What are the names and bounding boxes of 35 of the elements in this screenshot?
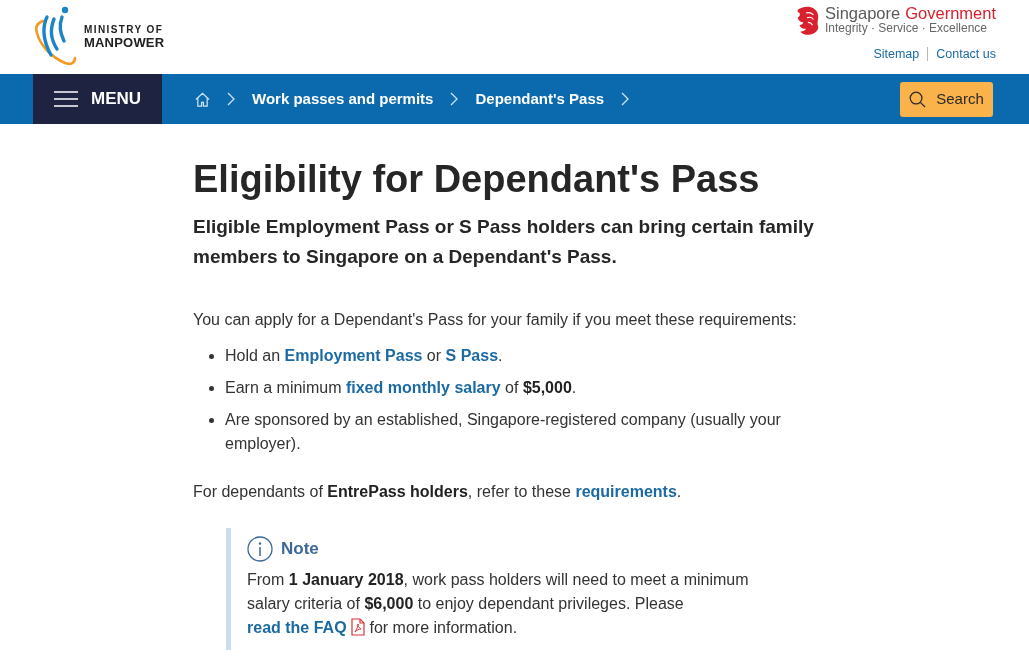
bullet-icon <box>208 385 214 391</box>
requirement-text: Earn a minimum fixed monthly salary of $5,000. <box>225 378 578 398</box>
logo-text: Singapore <box>824 5 901 21</box>
bullet-icon <box>208 353 214 359</box>
logo-icon <box>33 5 79 65</box>
breadcrumb-link[interactable]: Work passes and permits <box>252 87 434 111</box>
text-link[interactable]: requirements <box>575 483 677 500</box>
header-link[interactable]: Sitemap <box>873 45 920 64</box>
logo-text: MINISTRY OF <box>84 22 165 36</box>
page-title: Eligibility for Dependant's Pass <box>193 157 761 201</box>
logo-text: Government <box>905 5 996 21</box>
info-icon <box>247 536 273 562</box>
intro-text: You can apply for a Dependant's Pass for your family if you meet these requirements: <box>193 310 798 330</box>
chevron-icon <box>450 92 459 106</box>
note-text: From 1 January 2018, work pass holders will need to meet a minimum salary criteria of $6,000 to enjoy dependant privileges. Please read the FAQ for more information. <box>247 570 750 638</box>
menu-icon <box>53 91 78 107</box>
requirement-text: Hold an Employment Pass or S Pass. <box>225 346 504 366</box>
entrepass-text: For dependants of EntrePass holders, refer to these requirements. <box>193 482 683 502</box>
menu-button[interactable]: MENU <box>33 74 162 124</box>
bullet-icon <box>208 417 214 423</box>
note-title: Note <box>281 538 319 561</box>
search-icon <box>909 90 927 108</box>
chevron-icon <box>227 92 235 106</box>
home-link[interactable] <box>195 91 210 107</box>
header-link[interactable]: Contact us <box>936 45 996 64</box>
home-icon <box>195 91 210 107</box>
text-link[interactable]: Employment Pass <box>284 347 423 364</box>
chevron-icon <box>621 92 630 106</box>
breadcrumb-link[interactable]: Dependant's Pass <box>475 87 605 111</box>
text-link[interactable]: read the FAQ <box>247 619 347 636</box>
requirement-text: Are sponsored by an established, Singapore-registered company (usually your employer). <box>225 410 782 454</box>
logo-text: MANPOWER <box>84 35 165 49</box>
search-button[interactable]: Search <box>900 81 993 117</box>
text-link[interactable]: fixed monthly salary <box>345 379 501 396</box>
page-subtitle: Eligible Employment Pass or S Pass holders can bring certain family members to Singapore on a Dependant's Pass. <box>193 215 815 269</box>
